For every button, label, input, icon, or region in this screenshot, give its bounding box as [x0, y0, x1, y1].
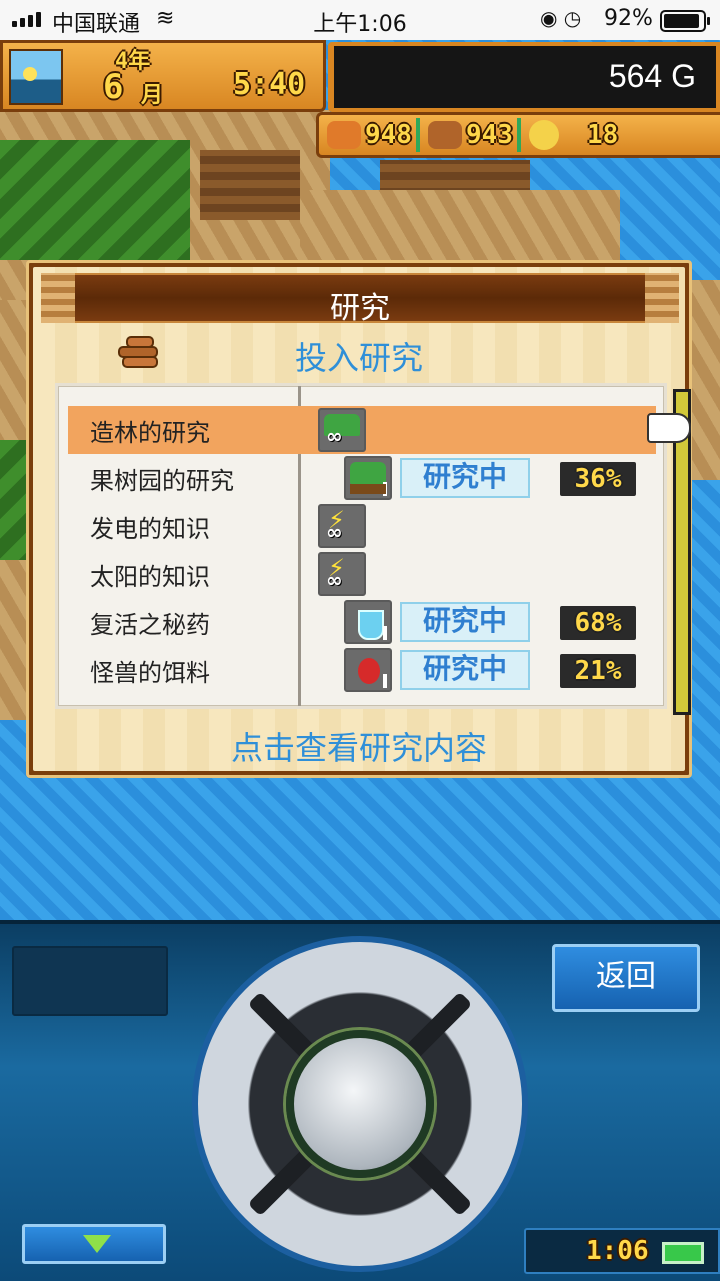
resource-bar: 948 943 18: [316, 112, 720, 158]
sun-icon: [23, 67, 37, 81]
dpad[interactable]: [192, 936, 528, 1272]
orchard-icon: [344, 456, 392, 500]
status-badge: 研究中: [400, 602, 530, 642]
lightning-icon: ∞: [318, 552, 366, 596]
resource-wood: 943: [420, 115, 521, 155]
status-bar: 中国联通 ≋ 上午1:06 ◉ ◷ 92%: [0, 0, 720, 40]
dpad-center-button[interactable]: [286, 1030, 434, 1178]
coin-value: 18: [586, 120, 619, 150]
chevron-down-icon: [83, 1235, 111, 1253]
progress-percent: 68%: [560, 606, 636, 640]
list-item[interactable]: 果树园的研究 研究中 36%: [68, 454, 656, 502]
clock-panel: 1:06: [524, 1228, 720, 1274]
status-badge: 研究中: [400, 458, 530, 498]
info-box: [12, 946, 168, 1016]
control-panel: 返回 1:06: [0, 920, 720, 1281]
month-number: 6: [103, 67, 124, 107]
clock-time: 1:06: [586, 1236, 649, 1266]
research-name: 怪兽的饵料: [90, 659, 210, 687]
progress-percent: 36%: [560, 462, 636, 496]
resource-coin: 18: [521, 115, 618, 155]
list-item[interactable]: 太阳的知识 ∞: [68, 550, 656, 598]
resource-food: 948: [319, 115, 420, 155]
game-time: 5:40: [233, 67, 306, 102]
hint-text: 点击查看研究内容: [230, 729, 487, 767]
research-name: 复活之秘药: [90, 611, 210, 639]
battery-icon: [662, 1242, 704, 1264]
list-item[interactable]: 造林的研究 ∞: [68, 406, 656, 454]
food-icon: [327, 121, 361, 149]
progress-percent: 21%: [560, 654, 636, 688]
money-panel: 564 G: [328, 42, 720, 112]
list-item[interactable]: 怪兽的饵料 研究中 21%: [68, 646, 656, 694]
lightning-icon: ∞: [318, 504, 366, 548]
research-list: 造林的研究 ∞ 果树园的研究 研究中 36% 发电的知识 ∞ 太阳的知识 ∞ 复…: [55, 383, 667, 709]
month-unit: 月: [141, 83, 164, 108]
coin-icon: [528, 120, 559, 150]
weather-thumbnail[interactable]: [9, 49, 63, 105]
research-name: 果树园的研究: [90, 467, 234, 495]
food-value: 948: [365, 120, 412, 150]
list-item[interactable]: 复活之秘药 研究中 68%: [68, 598, 656, 646]
dialog-titlebar: 研究: [41, 273, 679, 326]
invest-research-button[interactable]: 投入研究: [33, 333, 685, 379]
dialog-title: 研究: [330, 291, 390, 326]
list-item[interactable]: 发电的知识 ∞: [68, 502, 656, 550]
fruit-icon: [344, 648, 392, 692]
status-badge: 研究中: [400, 650, 530, 690]
research-name: 太阳的知识: [90, 563, 210, 591]
research-dialog: 研究 投入研究 造林的研究 ∞ 果树园的研究 研究中 36% 发电的知识 ∞: [26, 260, 692, 778]
potion-icon: [344, 600, 392, 644]
back-button[interactable]: 返回: [552, 944, 700, 1012]
forest-icon: ∞: [318, 408, 366, 452]
wood-icon: [427, 121, 462, 149]
alarm-icon: ◉ ◷: [540, 6, 582, 30]
money-value: 564 G: [608, 58, 696, 94]
research-name: 造林的研究: [90, 419, 210, 447]
battery-percent: 92%: [604, 6, 653, 31]
menu-toggle-button[interactable]: [22, 1224, 166, 1264]
research-name: 发电的知识: [90, 515, 210, 543]
date-panel: 4年 6 月 5:40: [0, 40, 326, 112]
battery-icon: [660, 10, 710, 32]
pointer-hand-icon: [647, 413, 691, 443]
wood-value: 943: [465, 120, 513, 150]
